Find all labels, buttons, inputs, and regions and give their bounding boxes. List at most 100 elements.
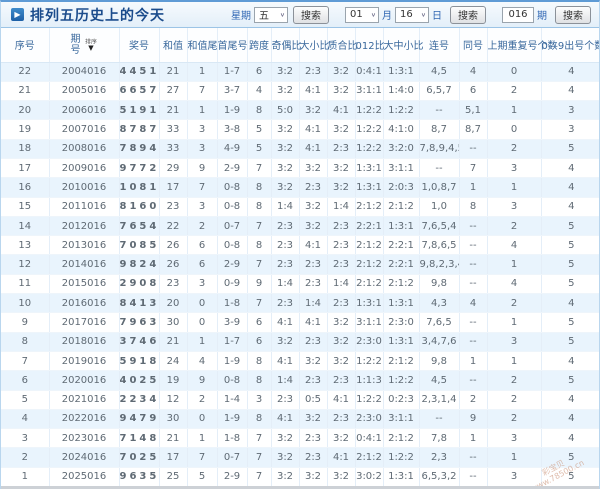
table-body: 222004016445172111-763:22:33:20:4:11:3:1… xyxy=(1,62,599,488)
table-cell: 7 xyxy=(1,351,50,372)
table-cell: 10 xyxy=(1,293,50,314)
table-cell: 2:3 xyxy=(271,216,300,237)
table-cell: 4 xyxy=(541,177,599,198)
table-cell: 2022016 xyxy=(49,409,120,430)
table-cell: 4:1 xyxy=(327,447,356,468)
table-cell: 3 xyxy=(541,119,599,140)
table-cell: 22341 xyxy=(119,390,160,410)
table-cell: 3:2 xyxy=(271,177,300,198)
table-cell: 3:2 xyxy=(271,447,300,468)
table-cell: 25 xyxy=(159,467,188,488)
table-cell: 2025016 xyxy=(49,467,120,488)
issue-input[interactable] xyxy=(502,6,534,23)
table-cell: 3:2 xyxy=(299,467,328,488)
table-cell: 2:3 xyxy=(271,293,300,314)
table-row: 212005016665732773-743:24:13:23:1:11:4:0… xyxy=(1,81,599,102)
table-cell: 7 xyxy=(247,293,272,314)
issue-label: 期 xyxy=(537,11,547,22)
table-cell: 1:3:1 xyxy=(383,216,420,237)
table-cell: 2,3,1,4 xyxy=(419,390,460,410)
column-header: 上期重复号个数 xyxy=(487,28,558,63)
table-cell: 6 xyxy=(247,62,272,82)
table-cell: 97724 xyxy=(119,158,160,179)
table-cell: 5 xyxy=(541,139,599,159)
month-select[interactable]: 01 ∨ xyxy=(345,6,379,23)
table-cell: 3:0:2 xyxy=(355,467,384,488)
table-cell: 22 xyxy=(1,62,50,82)
table-cell: 4:1 xyxy=(271,351,300,372)
table-cell: 2,3 xyxy=(419,447,460,468)
table-cell: 2:0:3 xyxy=(383,177,420,198)
column-header-label: 连号 xyxy=(429,41,449,53)
week-select[interactable]: 五 ∨ xyxy=(254,6,288,23)
table-cell: 4 xyxy=(1,409,50,430)
table-cell: 1:3:1 xyxy=(383,293,420,314)
table-cell: 8 xyxy=(247,409,272,430)
table-cell: 7,8,6,5 xyxy=(419,235,460,256)
table-cell: 81608 xyxy=(119,197,160,217)
table-cell: 3:2 xyxy=(327,428,356,449)
table-cell: 1 xyxy=(487,100,542,121)
day-select[interactable]: 16 ∨ xyxy=(395,6,429,23)
table-cell: 9,8,2,3,4 xyxy=(419,254,460,275)
column-header: 跨度 xyxy=(247,28,272,63)
table-cell: 2:3 xyxy=(327,293,356,314)
table-cell: 5 xyxy=(541,370,599,391)
table-cell: 2:3 xyxy=(271,390,300,410)
table-cell: 14 xyxy=(1,216,50,237)
table-cell: 3:2 xyxy=(327,81,356,102)
table-cell: -- xyxy=(419,100,460,121)
table-cell: -- xyxy=(419,409,460,430)
table-cell: 5 xyxy=(541,274,599,295)
date-search-button[interactable]: 搜索 xyxy=(450,5,486,24)
table-cell: -- xyxy=(459,312,488,333)
column-header: 奖号 xyxy=(119,28,160,63)
issue-search-button[interactable]: 搜索 xyxy=(555,5,591,24)
table-cell: 4:1 xyxy=(271,312,300,333)
table-cell: 2:3 xyxy=(299,177,328,198)
table-cell: 2 xyxy=(459,390,488,410)
table-cell: 30 xyxy=(159,409,188,430)
sort-control[interactable]: 排序 ▼ xyxy=(84,39,98,51)
table-cell: 5 xyxy=(247,139,272,159)
column-header-label: 奇偶比 xyxy=(271,41,302,53)
table-cell: 5 xyxy=(541,467,599,488)
column-header-label: 跨度 xyxy=(249,41,269,53)
table-cell: -- xyxy=(459,235,488,256)
titlebar: ▶ 排列五历史上的今天 星期 五 ∨ 搜索 01 ∨ 月 16 ∨ 日 搜索 0… xyxy=(1,2,599,28)
table-cell: 3 xyxy=(1,428,50,449)
week-search-button[interactable]: 搜索 xyxy=(293,5,329,24)
table-cell: 1:3:1 xyxy=(383,332,420,352)
table-cell: 2014016 xyxy=(49,254,120,275)
table-row: 52021016223411221-432:30:54:11:2:20:2:32… xyxy=(1,390,599,410)
table-cell: 0-9 xyxy=(217,274,248,295)
table-cell: 6 xyxy=(247,312,272,333)
table-cell: 2 xyxy=(487,370,542,391)
table-cell: 87873 xyxy=(119,119,160,140)
table-cell: 0:4:1 xyxy=(355,428,384,449)
table-cell: 21 xyxy=(159,62,188,82)
table-cell: 5 xyxy=(541,235,599,256)
column-header: 奇偶比 xyxy=(271,28,302,63)
table-row: 82018016374612111-763:22:33:22:3:01:3:13… xyxy=(1,332,599,352)
table-cell: 66573 xyxy=(119,81,160,102)
table-cell: 3,4,7,6 xyxy=(419,332,460,352)
table-cell: 4 xyxy=(541,351,599,372)
table-cell: 21 xyxy=(159,100,188,121)
table-cell: 6 xyxy=(1,370,50,391)
table-cell: -- xyxy=(459,139,488,159)
table-cell: 4 xyxy=(541,62,599,82)
table-cell: 3 xyxy=(247,390,272,410)
table-cell: 94791 xyxy=(119,409,160,430)
table-cell: 33 xyxy=(159,139,188,159)
table-cell: 3:2 xyxy=(327,62,356,82)
table-cell: 4:1 xyxy=(299,139,328,159)
table-cell: 1:4 xyxy=(271,274,300,295)
table-cell: 3:2 xyxy=(271,62,300,82)
table-row: 32023016714812111-873:22:33:20:4:12:1:27… xyxy=(1,428,599,449)
table-cell: 2:1:2 xyxy=(383,351,420,372)
column-header-label: 和值尾 xyxy=(187,41,218,53)
table-cell: 9 xyxy=(1,312,50,333)
table-cell: 3:2 xyxy=(271,467,300,488)
table-cell: 2 xyxy=(487,293,542,314)
